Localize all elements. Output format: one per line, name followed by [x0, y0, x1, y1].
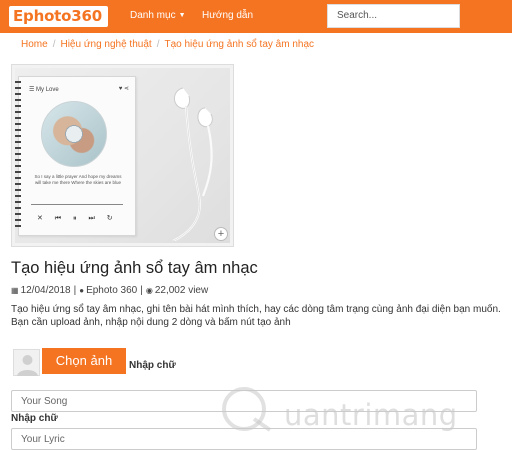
effect-preview-image[interactable]: ☰ My Love ♥ ⋖ So I say a little prayer A…	[11, 64, 234, 247]
preview-photo: ☰ My Love ♥ ⋖ So I say a little prayer A…	[15, 68, 230, 243]
input-text-label-2: Nhập chữ	[11, 413, 58, 424]
earphones-illustration	[172, 87, 213, 241]
photo-disc	[41, 101, 107, 167]
zoom-plus-icon[interactable]: +	[214, 227, 228, 241]
breadcrumb-separator: /	[156, 39, 160, 50]
breadcrumb-category[interactable]: Hiệu ứng nghệ thuật	[60, 39, 151, 50]
preview-lyrics: So I say a little prayer And hope my dre…	[34, 174, 122, 185]
meta-separator: |	[140, 285, 143, 296]
breadcrumb-separator: /	[52, 39, 56, 50]
song-input[interactable]: Your Song	[11, 390, 477, 412]
spiral-binding	[15, 81, 21, 231]
search-input[interactable]: Search...	[327, 4, 460, 28]
post-views: 22,002 view	[154, 285, 209, 296]
lyric-input[interactable]: Your Lyric	[11, 428, 477, 450]
breadcrumb-current[interactable]: Tạo hiệu ứng ảnh sổ tay âm nhạc	[164, 39, 314, 50]
notebook-illustration: ☰ My Love ♥ ⋖ So I say a little prayer A…	[15, 76, 136, 236]
post-author: Ephoto 360	[86, 285, 138, 296]
menu-icon: ☰	[29, 87, 37, 93]
nav-guide-link[interactable]: Hướng dẫn	[202, 10, 253, 21]
choose-image-button[interactable]: Chọn ảnh	[42, 348, 126, 374]
chevron-down-icon: ▼	[178, 12, 186, 19]
post-meta: ▦ 12/04/2018 | ● Ephoto 360 | ◉ 22,002 view	[11, 285, 208, 296]
meta-separator: |	[73, 285, 77, 296]
user-icon: ●	[79, 286, 85, 295]
breadcrumb: Home / Hiệu ứng nghệ thuật / Tạo hiệu ứng ản…	[21, 39, 314, 50]
progress-bar	[31, 204, 123, 205]
nav-category-menu[interactable]: Danh mục ▼	[130, 10, 186, 21]
player-controls-icon: ✕ ⏮ ⏸ ⏭ ↻	[37, 215, 118, 222]
site-logo[interactable]: Ephoto360	[9, 6, 108, 27]
top-navbar: Ephoto360 Danh mục ▼ Hướng dẫn Search...	[0, 0, 512, 33]
effect-description: Tạo hiệu ứng sổ tay âm nhạc, ghi tên bài…	[11, 304, 501, 328]
heart-share-icon: ♥ ⋖	[118, 86, 129, 92]
preview-song-title: ☰ My Love	[29, 86, 59, 93]
eye-icon: ◉	[145, 286, 153, 295]
preview-song-title-text: My Love	[36, 87, 59, 93]
post-date: 12/04/2018	[20, 285, 71, 296]
calendar-icon: ▦	[11, 286, 19, 295]
input-text-label: Nhập chữ	[129, 360, 176, 371]
page-title: Tạo hiệu ứng ảnh sổ tay âm nhạc	[11, 259, 258, 277]
breadcrumb-home[interactable]: Home	[21, 39, 48, 50]
user-silhouette-icon	[17, 355, 38, 376]
nav-category-label: Danh mục	[130, 10, 176, 21]
avatar-placeholder	[13, 349, 40, 376]
logo-text: Ephoto360	[13, 7, 102, 25]
